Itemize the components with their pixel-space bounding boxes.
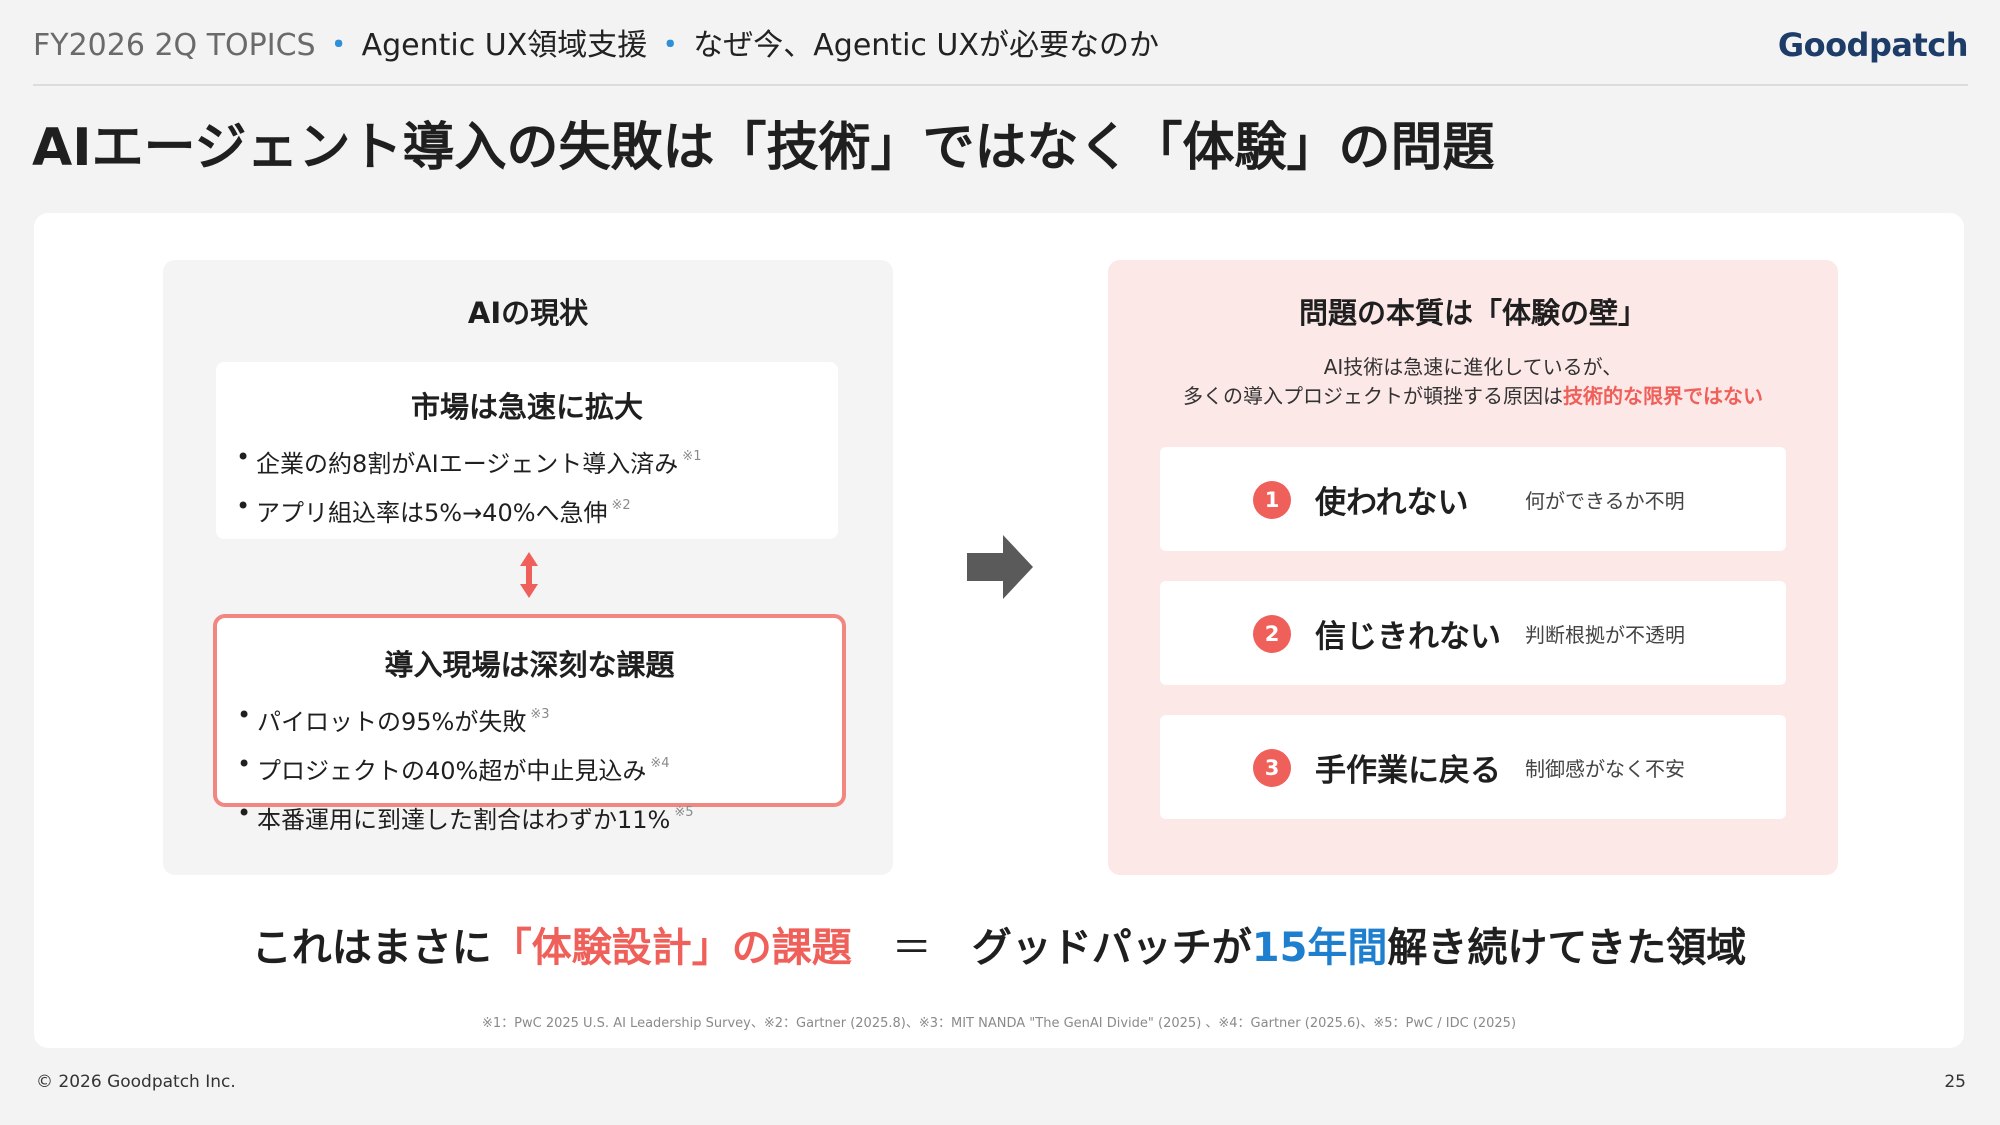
list-item-text: 本番運用に到達した割合はわずか11% (257, 806, 671, 834)
list-item-text: プロジェクトの40%超が中止見込み (257, 757, 647, 785)
list-item: パイロットの95%が失敗※3 (237, 694, 842, 743)
breadcrumb-page: なぜ今、Agentic UXが必要なのか (693, 28, 1159, 63)
reason-detail: 何ができるか不明 (1525, 489, 1685, 513)
conclusion-text: これはまさに (251, 925, 492, 971)
goodpatch-logo: Goodpatch (1777, 26, 1969, 64)
reason-detail: 制御感がなく不安 (1525, 757, 1685, 781)
list-item-text: 企業の約8割がAIエージェント導入済み (256, 450, 679, 478)
footnote-ref: ※4 (650, 756, 670, 771)
number-badge: 2 (1253, 615, 1291, 653)
description-text: 多くの導入プロジェクトが頓挫する原因は (1183, 384, 1563, 408)
equals-sign: ＝ (891, 925, 932, 971)
reason-label: 使われない (1315, 485, 1469, 521)
footnote-ref: ※2 (611, 498, 631, 513)
market-title: 市場は急速に拡大 (410, 390, 643, 424)
breadcrumb: FY2026 2Q TOPICS ・ Agentic UX領域支援・なぜ今、Agen… (33, 24, 1159, 68)
list-item: 本番運用に到達した割合はわずか11%※5 (237, 792, 842, 841)
breadcrumb-subsection: Agentic UX領域支援 (361, 28, 648, 63)
panel-title: AIの現状 (467, 296, 589, 330)
conclusion-text: 解き続けてきた領域 (1387, 925, 1747, 971)
reason-detail: 判断根拠が不透明 (1525, 623, 1685, 647)
conclusion-highlight: 「体験設計」の課題 (491, 925, 852, 971)
panel-title: 問題の本質は「体験の壁」 (1298, 296, 1647, 330)
issues-list: パイロットの95%が失敗※3 プロジェクトの40%超が中止見込み※4 本番運用に… (217, 694, 842, 841)
conclusion-text: グッドパッチが (971, 925, 1252, 971)
issues-box: 導入現場は深刻な課題 パイロットの95%が失敗※3 プロジェクトの40%超が中止… (213, 614, 846, 834)
breadcrumb-section: FY2026 2Q TOPICS (33, 28, 316, 63)
panel-description: AI技術は急速に進化しているが、 多くの導入プロジェクトが頓挫する原因は技術的な… (1108, 353, 1838, 411)
page-title: AIエージェント導入の失敗は「技術」ではなく「体験」の問題 (32, 118, 1495, 178)
header: FY2026 2Q TOPICS ・ Agentic UX領域支援・なぜ今、Agen… (33, 22, 1969, 86)
reason-card: 2 信じきれない 判断根拠が不透明 (1160, 581, 1786, 685)
copyright: © 2026 Goodpatch Inc. (36, 1072, 236, 1092)
reason-card: 1 使われない 何ができるか不明 (1160, 447, 1786, 551)
conclusion-statement: これはまさに「体験設計」の課題 ＝ グッドパッチが15年間解き続けてきた領域 (34, 915, 1964, 973)
breadcrumb-separator: ・ (323, 28, 354, 63)
description-line: AI技術は急速に進化しているが、 (1323, 355, 1623, 379)
page-number: 25 (1944, 1072, 1966, 1092)
market-list: 企業の約8割がAIエージェント導入済み※1 アプリ組込率は5%→40%へ急伸※2 (216, 436, 838, 534)
reason-label: 信じきれない (1315, 619, 1501, 655)
number-badge: 1 (1253, 481, 1291, 519)
breadcrumb-separator: ・ (655, 28, 686, 63)
reason-card: 3 手作業に戻る 制御感がなく不安 (1160, 715, 1786, 819)
conclusion-years-highlight: 15年間 (1251, 925, 1388, 971)
description-highlight: 技術的な限界ではない (1563, 384, 1763, 408)
footnote-ref: ※5 (674, 805, 694, 820)
number-badge: 3 (1253, 749, 1291, 787)
description-line: 多くの導入プロジェクトが頓挫する原因は技術的な限界ではない (1108, 382, 1838, 411)
issues-title: 導入現場は深刻な課題 (384, 648, 675, 682)
list-item-text: アプリ組込率は5%→40%へ急伸 (256, 499, 608, 527)
list-item-text: パイロットの95%が失敗 (257, 708, 527, 736)
list-item: アプリ組込率は5%→40%へ急伸※2 (236, 485, 838, 534)
list-item: プロジェクトの40%超が中止見込み※4 (237, 743, 842, 792)
market-box: 市場は急速に拡大 企業の約8割がAIエージェント導入済み※1 アプリ組込率は5%… (216, 362, 838, 539)
footnote-ref: ※1 (682, 449, 702, 464)
list-item: 企業の約8割がAIエージェント導入済み※1 (236, 436, 838, 485)
footnote-ref: ※3 (530, 707, 550, 722)
footnotes: ※1：PwC 2025 U.S. AI Leadership Survey、※2… (481, 1016, 1517, 1031)
right-arrow-icon (967, 535, 1033, 599)
experience-wall-panel: 問題の本質は「体験の壁」 AI技術は急速に進化しているが、 多くの導入プロジェク… (1108, 260, 1838, 875)
content-card: AIの現状 市場は急速に拡大 企業の約8割がAIエージェント導入済み※1 アプリ… (34, 213, 1964, 1048)
reason-label: 手作業に戻る (1315, 753, 1501, 789)
ai-status-panel: AIの現状 市場は急速に拡大 企業の約8割がAIエージェント導入済み※1 アプリ… (163, 260, 893, 875)
up-down-arrow-icon (520, 552, 538, 598)
